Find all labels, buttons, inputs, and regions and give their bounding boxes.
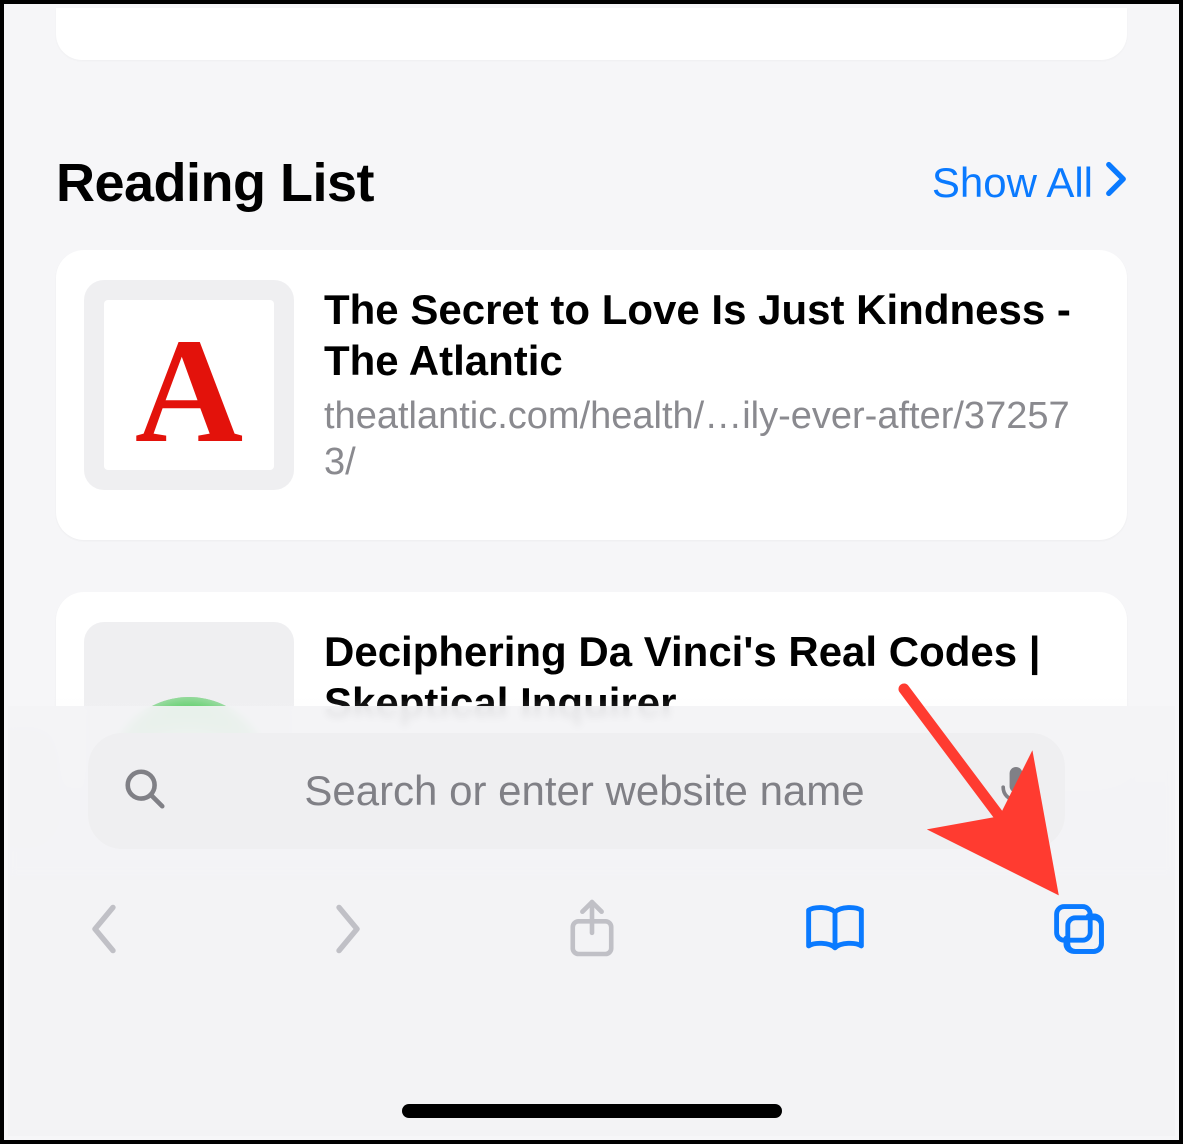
bookmarks-button[interactable] [803,899,867,963]
microphone-icon[interactable] [1001,767,1031,816]
book-icon [803,903,867,960]
forward-button[interactable] [316,899,380,963]
show-all-button[interactable]: Show All [932,159,1127,207]
share-button[interactable] [560,899,624,963]
home-indicator[interactable] [402,1104,782,1118]
tabs-icon [1051,901,1107,962]
chevron-right-icon [331,902,365,961]
item-text: The Secret to Love Is Just Kindness - Th… [324,280,1099,486]
reading-list-header: Reading List Show All [56,152,1127,214]
chevron-left-icon [87,902,121,961]
show-all-label: Show All [932,159,1093,207]
share-icon [567,898,617,965]
tabs-button[interactable] [1047,899,1111,963]
search-icon [122,766,168,817]
item-title: The Secret to Love Is Just Kindness - Th… [324,284,1099,386]
phone-frame: Reading List Show All A The Secret to Lo… [0,0,1183,1144]
url-bar[interactable]: Search or enter website name [88,733,1065,849]
chevron-right-icon [1105,159,1127,207]
bottom-toolbar [8,876,1175,986]
url-placeholder: Search or enter website name [188,767,981,815]
url-bar-area: Search or enter website name [8,706,1175,876]
reading-list-item[interactable]: A The Secret to Love Is Just Kindness - … [56,250,1127,540]
back-button[interactable] [72,899,136,963]
section-title: Reading List [56,152,374,214]
item-url: theatlantic.com/health/…ily-ever-after/3… [324,394,1099,485]
atlantic-logo-icon: A [104,300,274,470]
previous-section-card [56,8,1127,60]
item-thumbnail: A [84,280,294,490]
